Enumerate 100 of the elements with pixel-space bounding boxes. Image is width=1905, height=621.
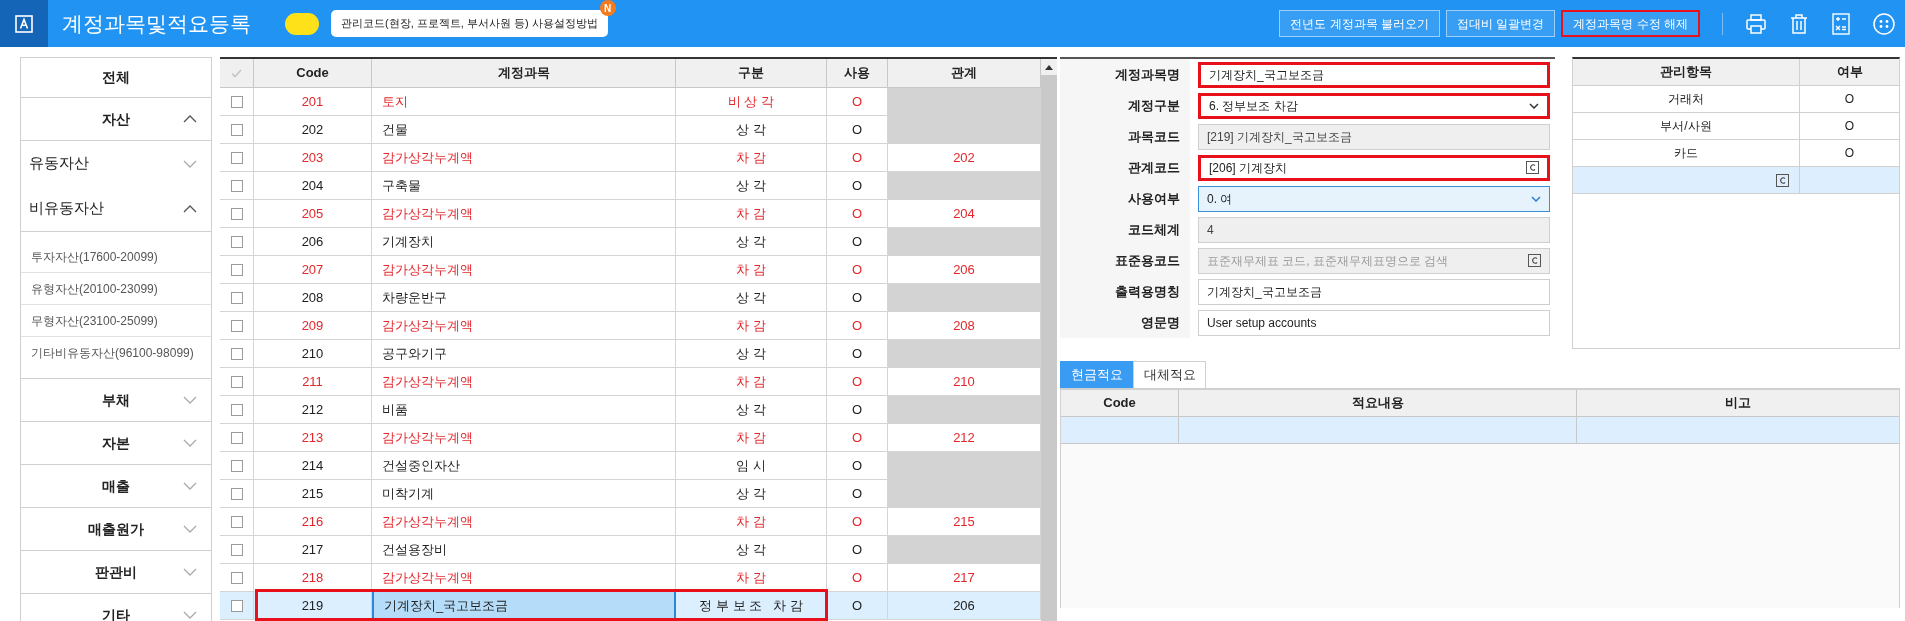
toggle-switch[interactable] [285,12,319,35]
use-cell: O [827,200,888,227]
type-cell: 차 감 [676,564,827,591]
tab[interactable]: 대체적요 [1133,361,1206,388]
table-row[interactable]: 201 토지 비 상 각 O [220,88,1041,116]
row-checkbox[interactable] [230,515,243,528]
check-icon[interactable] [231,68,242,78]
row-checkbox[interactable] [230,375,243,388]
row-checkbox[interactable] [230,571,243,584]
sidebar-link[interactable]: 유형자산(20100-23099) [21,273,211,305]
row-checkbox[interactable] [230,235,243,248]
sidebar-group[interactable]: 판관비 [21,551,211,594]
sidebar-group[interactable]: 매출원가 [21,508,211,551]
use-cell: O [827,144,888,171]
letter-box-icon [15,14,33,33]
column-header[interactable]: 구분 [676,59,827,87]
dropdown-field[interactable]: 0. 여 [1198,185,1550,212]
row-checkbox[interactable] [230,319,243,332]
lookup-icon[interactable] [1526,161,1539,174]
type-cell: 상 각 [676,396,827,423]
row-checkbox[interactable] [230,347,243,360]
chevron-up-icon[interactable] [183,204,197,213]
sidebar-link[interactable]: 기타비유동자산(96100-98099) [21,337,211,369]
row-checkbox[interactable] [230,487,243,500]
input-field[interactable]: 기계장치_국고보조금 [1198,61,1550,88]
chevron-up-icon[interactable] [183,115,197,123]
table-row[interactable]: 218 감가상각누계액 차 감 O 217 [220,564,1041,592]
lookup-icon[interactable] [1776,173,1789,187]
calculator-icon[interactable] [1831,12,1851,35]
table-row[interactable]: 209 감가상각누계액 차 감 O 208 [220,312,1041,340]
row-checkbox[interactable] [230,291,243,304]
row-checkbox[interactable] [230,599,243,612]
column-header[interactable]: Code [254,59,372,87]
row-checkbox[interactable] [230,151,243,164]
table-row[interactable]: 219 기계장치_국고보조금 정 부 보 조 차 감 O 206 [220,592,1041,620]
input-field: [219] 기계장치_국고보조금 [1198,123,1550,150]
name-cell: 감가상각누계액 [372,144,676,171]
table-row[interactable]: 211 감가상각누계액 차 감 O 210 [220,368,1041,396]
row-checkbox[interactable] [230,403,243,416]
column-header[interactable]: 적요내용 [1179,390,1577,416]
input-field[interactable]: 기계장치_국고보조금 [1198,278,1550,305]
table-row[interactable]: 205 감가상각누계액 차 감 O 204 [220,200,1041,228]
trash-icon[interactable] [1789,12,1809,35]
field-label: 계정과목명 [1060,59,1190,90]
row-checkbox[interactable] [230,263,243,276]
sidebar-group[interactable]: 기타 [21,594,211,621]
type-cell: 상 각 [676,340,827,367]
sidebar-group[interactable]: 부채 [21,379,211,422]
sidebar-subgroup[interactable]: 유동자산 [21,141,211,186]
dropdown-field[interactable]: 6. 정부보조 차감 [1198,92,1550,119]
sidebar-group[interactable]: 매출 [21,465,211,508]
lookup-field[interactable]: [206] 기계장치 [1198,154,1550,181]
sidebar-group[interactable]: 자산 [21,98,211,141]
code-cell: 203 [254,144,372,171]
table-row[interactable]: 214 건설중인자산 임 시 O [220,452,1041,480]
sidebar-group[interactable]: 자본 [21,422,211,465]
table-row[interactable]: 217 건설용장비 상 각 O [220,536,1041,564]
table-row[interactable]: 207 감가상각누계액 차 감 O 206 [220,256,1041,284]
table-row[interactable]: 203 감가상각누계액 차 감 O 202 [220,144,1041,172]
sidebar-item[interactable]: 전체 [21,58,211,98]
column-header[interactable]: 계정과목 [372,59,676,87]
code-cell: 216 [254,508,372,535]
lookup-icon[interactable] [1528,254,1541,267]
table-row[interactable]: 208 차량운반구 상 각 O [220,284,1041,312]
sidebar-link[interactable]: 투자자산(17600-20099) [21,241,211,273]
code-cell: 209 [254,312,372,339]
scrollbar[interactable] [1041,59,1057,621]
row-checkbox[interactable] [230,207,243,220]
type-cell: 상 각 [676,172,827,199]
table-row[interactable]: 216 감가상각누계액 차 감 O 215 [220,508,1041,536]
more-icon[interactable] [1873,12,1895,35]
print-icon[interactable] [1745,12,1767,35]
scroll-up-icon[interactable] [1045,64,1053,70]
column-header[interactable]: 비고 [1577,390,1899,416]
row-checkbox[interactable] [230,543,243,556]
table-row[interactable]: 212 비품 상 각 O [220,396,1041,424]
column-header[interactable]: 여부 [1800,59,1899,85]
table-row[interactable]: 210 공구와기구 상 각 O [220,340,1041,368]
code-cell: 202 [254,116,372,143]
row-checkbox[interactable] [230,179,243,192]
column-header[interactable]: 관리항목 [1573,59,1800,85]
sidebar-subgroup[interactable]: 비유동자산 [21,186,211,231]
column-header[interactable]: Code [1061,390,1179,416]
code-cell: 212 [254,396,372,423]
table-cell: 카드 [1573,140,1800,166]
table-row[interactable]: 204 구축물 상 각 O [220,172,1041,200]
row-checkbox[interactable] [230,431,243,444]
type-cell: 차 감 [676,368,827,395]
table-row[interactable]: 206 기계장치 상 각 O [220,228,1041,256]
row-checkbox[interactable] [230,459,243,472]
table-row[interactable]: 202 건물 상 각 O [220,116,1041,144]
table-cell-text: O [1843,118,1856,135]
sidebar-link[interactable]: 무형자산(23100-25099) [21,305,211,337]
chevron-down-icon[interactable] [1529,102,1539,109]
input-field[interactable]: User setup accounts [1198,309,1550,336]
row-checkbox[interactable] [230,123,243,136]
table-row[interactable]: 213 감가상각누계액 차 감 O 212 [220,424,1041,452]
row-checkbox[interactable] [230,95,243,108]
column-header[interactable]: 사용 [827,59,888,87]
table-row[interactable]: 215 미착기계 상 각 O [220,480,1041,508]
